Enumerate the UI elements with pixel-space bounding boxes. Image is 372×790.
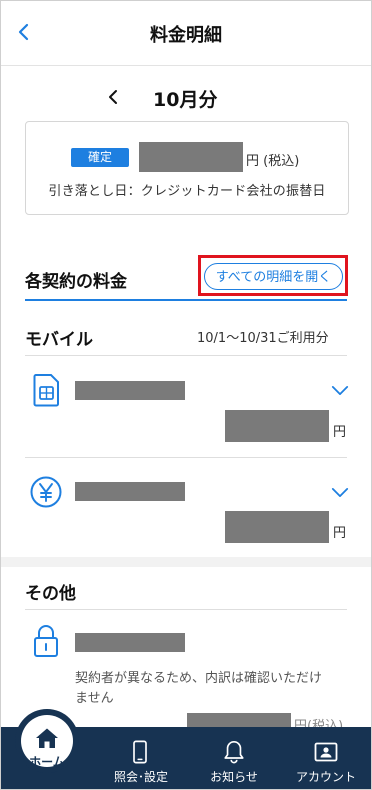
tab-home-label: ホーム bbox=[29, 755, 65, 769]
chevron-down-icon[interactable] bbox=[331, 385, 349, 396]
redacted-item-name bbox=[75, 482, 185, 501]
section-separator bbox=[1, 557, 371, 567]
redacted-item-name bbox=[75, 633, 185, 652]
section-underline bbox=[25, 299, 347, 301]
yen-unit: 円 bbox=[333, 425, 347, 440]
tab-inquiry-settings[interactable]: 照会･設定 bbox=[105, 768, 177, 785]
month-label: 10月分 bbox=[153, 89, 218, 111]
screen: 料金明細 10月分 確定 円 (税込) 引き落とし日：クレジットカード会社の振替… bbox=[0, 0, 372, 790]
chevron-down-icon[interactable] bbox=[331, 487, 349, 498]
contracts-section-title: 各契約の料金 bbox=[25, 272, 127, 292]
account-card-icon[interactable] bbox=[314, 742, 338, 762]
sim-card-icon bbox=[33, 374, 59, 407]
redacted-item-amount bbox=[225, 511, 329, 543]
divider bbox=[25, 355, 347, 356]
status-badge: 確定 bbox=[71, 148, 129, 167]
month-selector: 10月分 bbox=[1, 81, 371, 115]
divider bbox=[25, 457, 347, 458]
home-icon bbox=[36, 728, 58, 748]
lock-icon bbox=[34, 625, 58, 657]
app-header: 料金明細 bbox=[1, 1, 371, 66]
yen-unit: 円 bbox=[333, 526, 347, 541]
phone-icon[interactable] bbox=[132, 740, 148, 764]
redacted-total-amount bbox=[139, 142, 243, 172]
debit-date-text: 引き落とし日：クレジットカード会社の振替日 bbox=[48, 184, 326, 199]
other-category-title: その他 bbox=[25, 584, 76, 604]
divider bbox=[25, 609, 347, 610]
mobile-category-title: モバイル bbox=[25, 330, 93, 350]
redacted-item-amount bbox=[225, 410, 329, 442]
notice-text: 契約者が異なるため、内訳は確認いただけません bbox=[75, 671, 323, 706]
amount-suffix: 円 (税込) bbox=[246, 154, 300, 169]
billing-summary-card: 確定 円 (税込) 引き落とし日：クレジットカード会社の振替日 bbox=[25, 121, 349, 215]
page-title: 料金明細 bbox=[150, 25, 222, 46]
redacted-item-name bbox=[75, 381, 185, 400]
yen-circle-icon bbox=[30, 476, 62, 508]
bell-icon[interactable] bbox=[223, 740, 245, 764]
tab-notifications[interactable]: お知らせ bbox=[198, 768, 270, 785]
previous-month-icon[interactable] bbox=[105, 87, 123, 107]
tab-account[interactable]: アカウント bbox=[290, 768, 362, 785]
usage-period: 10/1〜10/31ご利用分 bbox=[197, 331, 329, 346]
highlight-frame bbox=[198, 255, 348, 296]
